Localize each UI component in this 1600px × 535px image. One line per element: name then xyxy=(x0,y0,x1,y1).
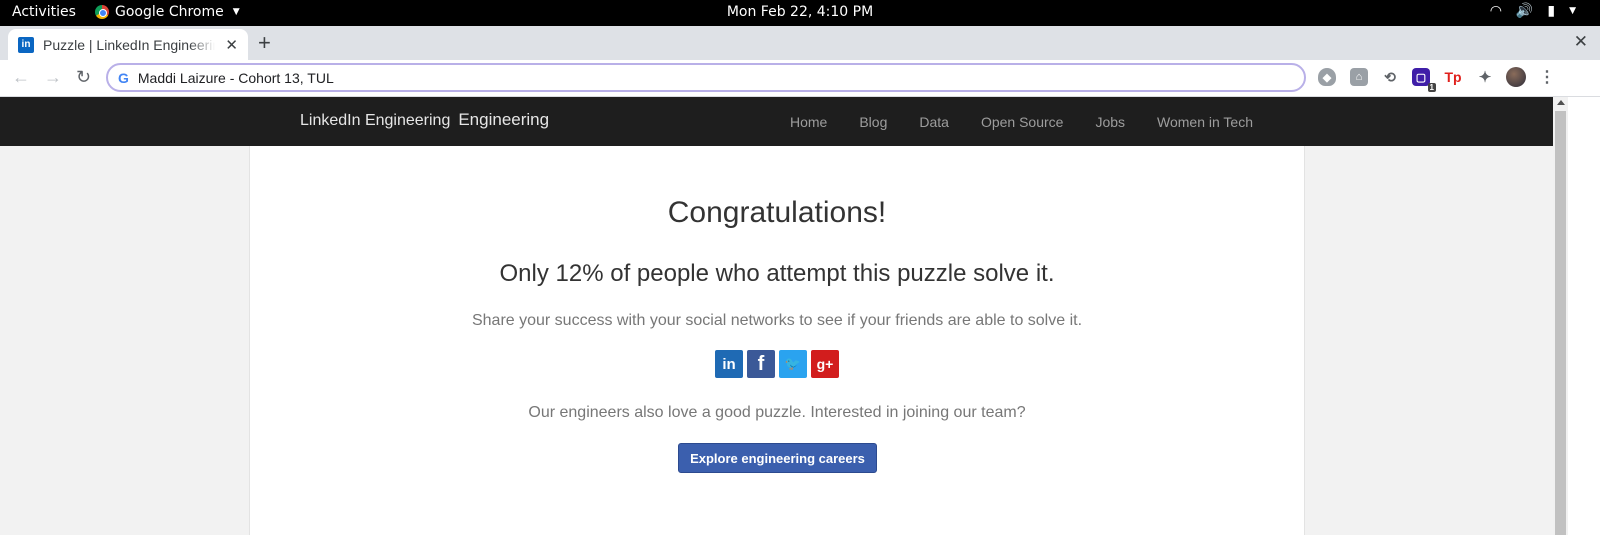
nav-blog[interactable]: Blog xyxy=(859,114,887,130)
brand-name: Engineering xyxy=(458,110,550,129)
os-top-bar: Activities Google Chrome ▼ Mon Feb 22, 4… xyxy=(0,0,1600,26)
nav-data[interactable]: Data xyxy=(919,114,949,130)
social-share-buttons: in f 🐦 g+ xyxy=(250,350,1304,378)
extension-badge: 1 xyxy=(1427,83,1436,92)
menu-kebab-icon[interactable]: ⋮ xyxy=(1538,68,1556,86)
address-bar[interactable]: G Maddi Laizure - Cohort 13, TUL xyxy=(106,63,1306,92)
stat-heading: Only 12% of people who attempt this puzz… xyxy=(499,260,1055,287)
profile-avatar[interactable] xyxy=(1506,67,1526,87)
shield-extension-icon[interactable]: ◆ xyxy=(1318,68,1336,86)
google-plus-icon[interactable]: g+ xyxy=(811,350,839,378)
purple-extension-icon[interactable]: ▢ 1 xyxy=(1412,68,1436,92)
reload-button[interactable]: ↻ xyxy=(76,67,91,88)
battery-icon: ▮ xyxy=(1547,3,1556,19)
back-button[interactable]: ← xyxy=(12,67,30,88)
scroll-thumb[interactable] xyxy=(1555,111,1566,535)
brand[interactable]: LinkedIn Engineering Engineering xyxy=(300,110,549,130)
window-close-button[interactable]: ✕ xyxy=(1574,32,1588,52)
nav-home[interactable]: Home xyxy=(790,114,827,130)
new-tab-button[interactable]: + xyxy=(258,30,271,56)
address-text: Maddi Laizure - Cohort 13, TUL xyxy=(137,69,334,86)
twitter-icon[interactable]: 🐦 xyxy=(779,350,807,378)
browser-toolbar: ← → ↻ G Maddi Laizure - Cohort 13, TUL ◆… xyxy=(0,60,1600,97)
scrollbar[interactable] xyxy=(1553,97,1568,535)
site-nav-links: Home Blog Data Open Source Jobs Women in… xyxy=(790,114,1253,130)
sync-extension-icon[interactable]: ⟲ xyxy=(1381,68,1399,86)
page-title: Congratulations! xyxy=(667,196,887,229)
share-text: Share your success with your social netw… xyxy=(471,312,1083,329)
google-icon: G xyxy=(118,69,129,86)
scroll-up-arrow-icon[interactable] xyxy=(1557,100,1565,105)
window-edge xyxy=(1568,97,1600,535)
tab-strip: in Puzzle | LinkedIn Engineering ✕ + ✕ xyxy=(0,26,1600,60)
extension-icon[interactable]: ⌂ xyxy=(1350,68,1368,86)
browser-tab[interactable]: in Puzzle | LinkedIn Engineering ✕ xyxy=(8,29,248,60)
system-tray[interactable]: ◠ 🔊 ▮ ▼ xyxy=(1490,3,1576,19)
volume-icon: 🔊 xyxy=(1515,3,1534,19)
site-navbar: LinkedIn Engineering Engineering Home Bl… xyxy=(0,97,1553,146)
close-icon[interactable]: ✕ xyxy=(225,36,238,54)
facebook-icon[interactable]: f xyxy=(747,350,775,378)
page-viewport: LinkedIn Engineering Engineering Home Bl… xyxy=(0,97,1553,535)
tp-extension-icon[interactable]: Tp xyxy=(1444,68,1462,86)
forward-button[interactable]: → xyxy=(44,67,62,88)
linkedin-icon[interactable]: in xyxy=(715,350,743,378)
linkedin-favicon-icon: in xyxy=(18,36,34,53)
puzzle-extensions-icon[interactable]: ✦ xyxy=(1476,68,1494,86)
wifi-icon: ◠ xyxy=(1489,3,1502,19)
nav-jobs[interactable]: Jobs xyxy=(1095,114,1125,130)
nav-women-in-tech[interactable]: Women in Tech xyxy=(1157,114,1253,130)
join-text: Our engineers also love a good puzzle. I… xyxy=(528,404,1026,421)
clock[interactable]: Mon Feb 22, 4:10 PM xyxy=(0,4,1600,20)
chevron-down-icon: ▼ xyxy=(1569,6,1576,16)
explore-careers-button[interactable]: Explore engineering careers xyxy=(678,443,877,473)
nav-open-source[interactable]: Open Source xyxy=(981,114,1064,130)
content-card: Congratulations! Only 12% of people who … xyxy=(249,146,1305,535)
broken-logo-image: LinkedIn Engineering xyxy=(300,112,451,129)
tab-title: Puzzle | LinkedIn Engineering xyxy=(43,36,215,53)
